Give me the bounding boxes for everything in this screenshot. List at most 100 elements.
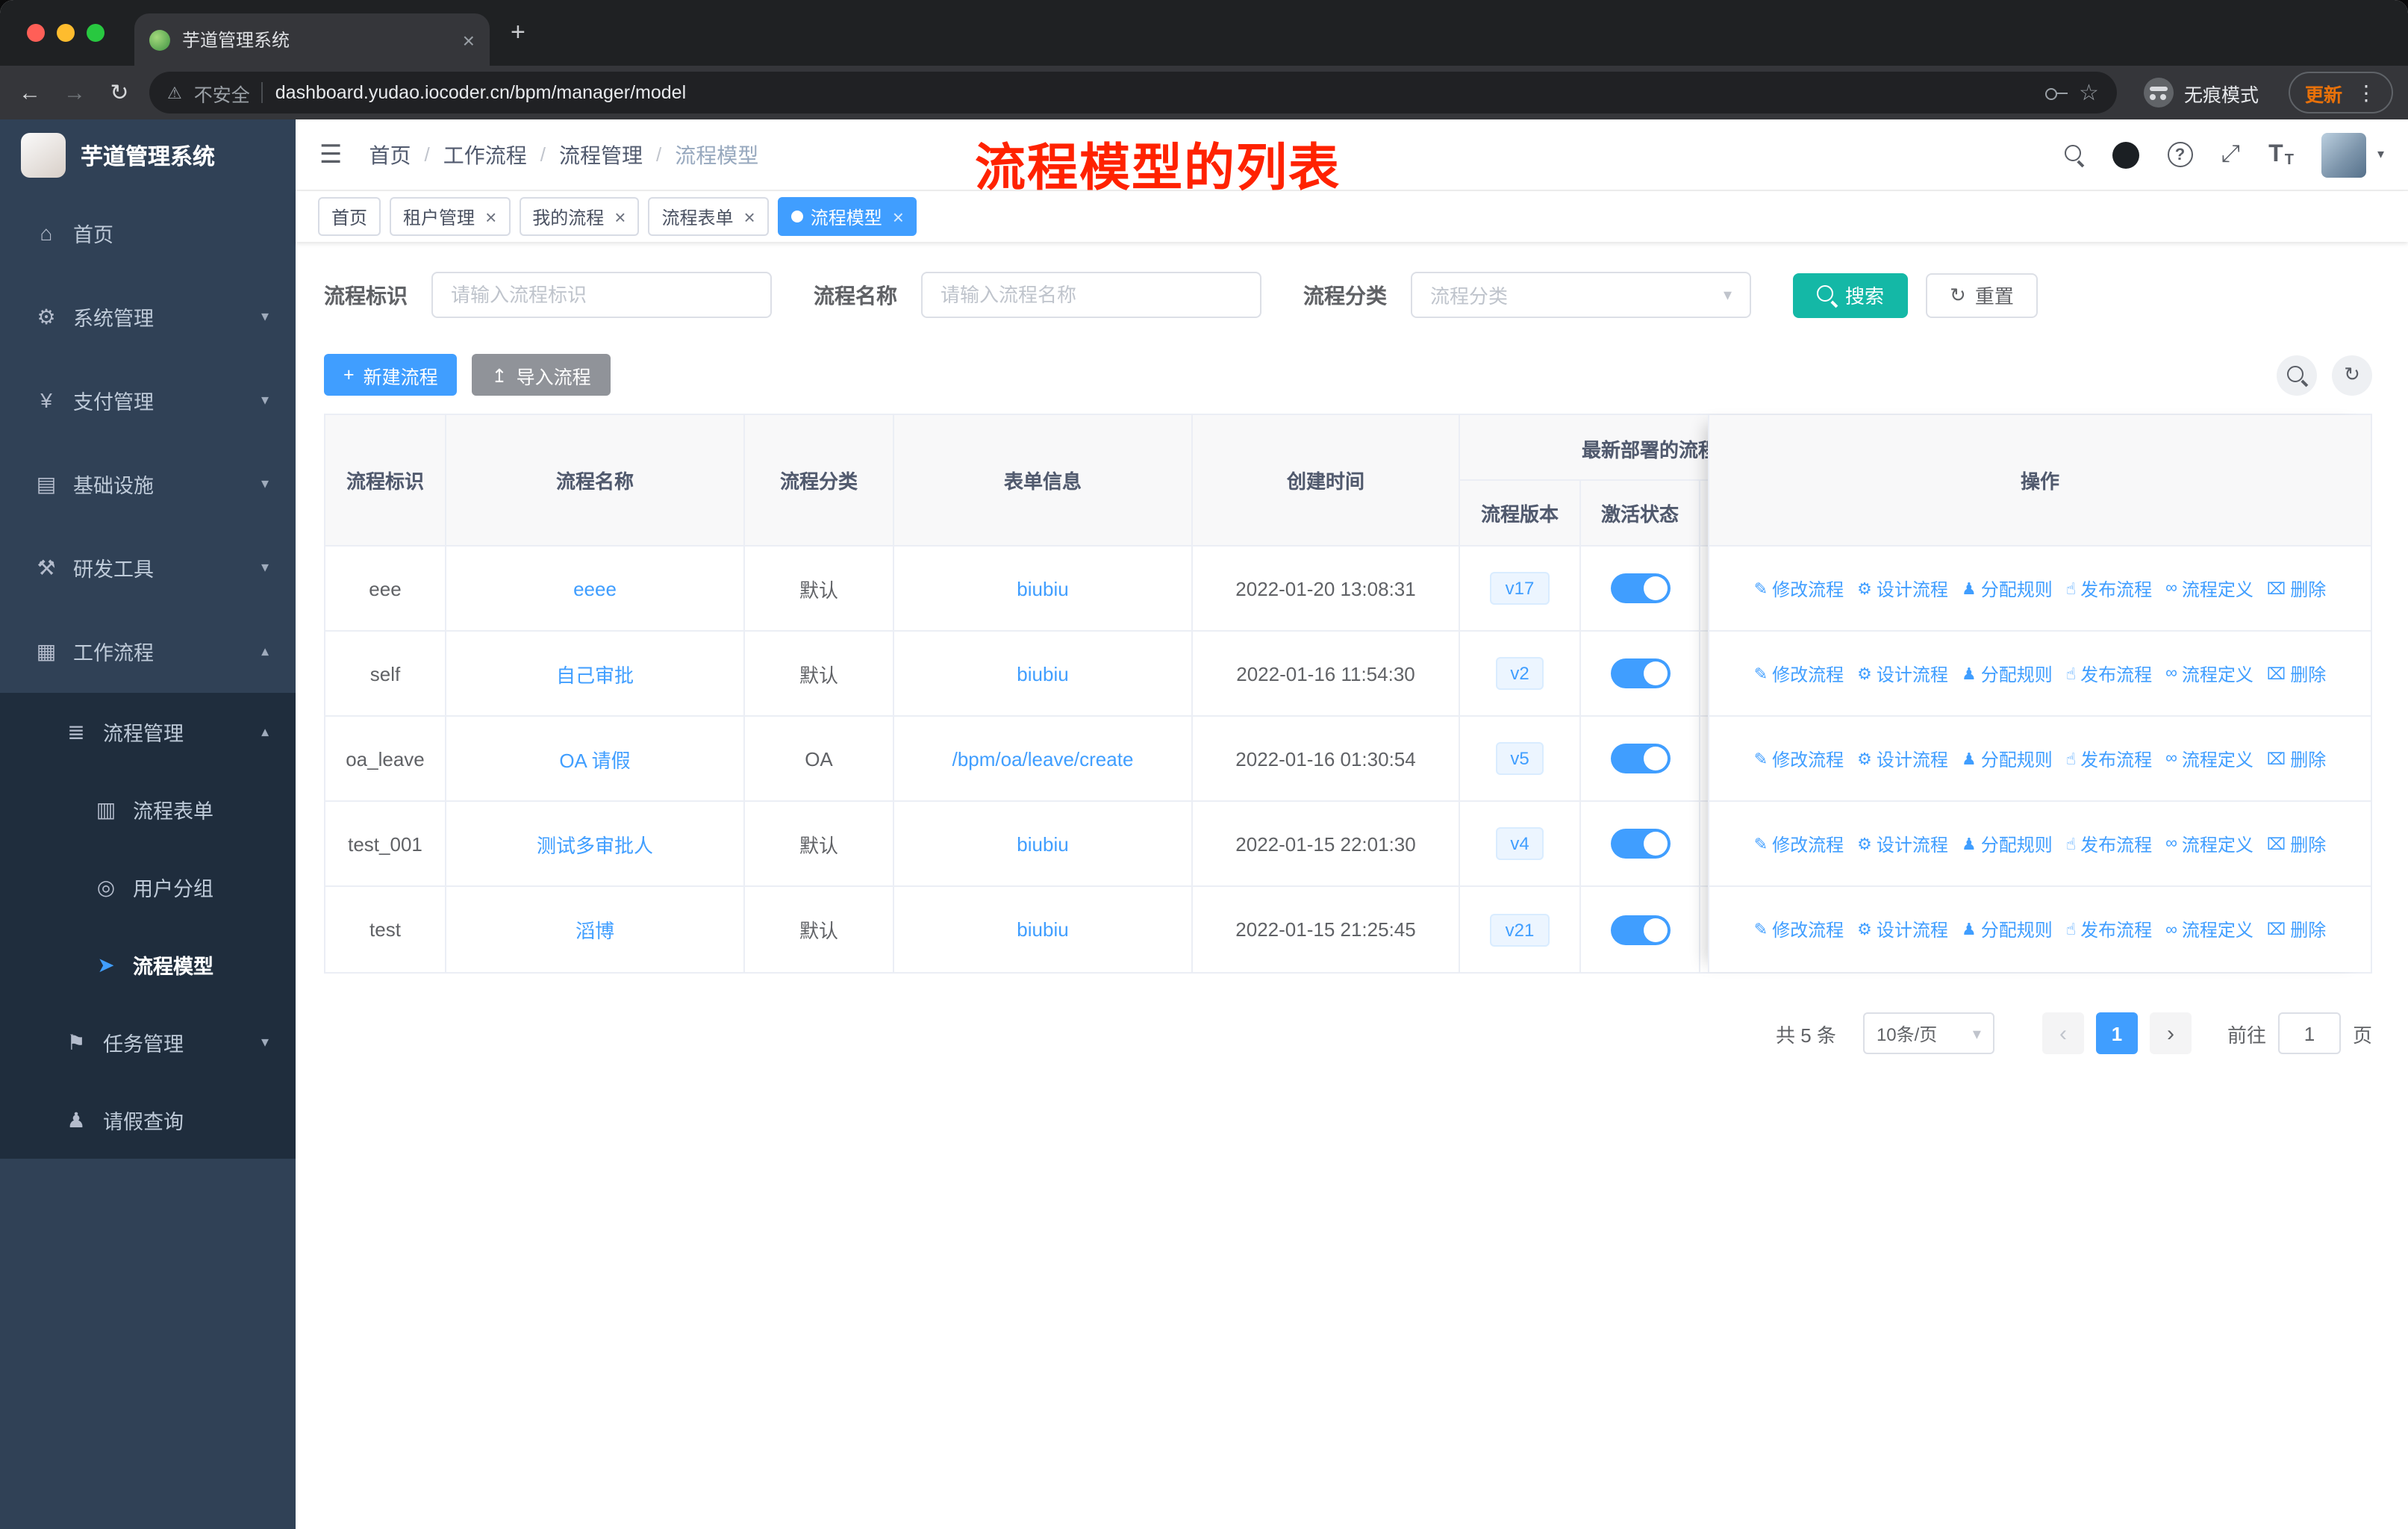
bookmark-star-icon[interactable]: ☆: [2079, 79, 2099, 106]
help-icon[interactable]: ?: [2167, 142, 2193, 167]
action-delete[interactable]: ⌧ 删除: [2267, 746, 2326, 771]
action-modify[interactable]: ✎ 修改流程: [1754, 661, 1844, 686]
form-info-link[interactable]: biubiu: [1017, 918, 1068, 941]
search-button[interactable]: 搜索: [1793, 273, 1909, 317]
reload-button[interactable]: ↻: [105, 79, 134, 106]
action-definition[interactable]: ∞ 流程定义: [2165, 661, 2253, 686]
address-bar[interactable]: ⚠ 不安全 dashboard.yudao.iocoder.cn/bpm/man…: [149, 72, 2117, 113]
process-name-link[interactable]: 滔博: [576, 915, 614, 944]
action-design[interactable]: ⚙ 设计流程: [1857, 576, 1948, 601]
process-name-link[interactable]: 测试多审批人: [537, 829, 653, 858]
form-info-link[interactable]: /bpm/oa/leave/create: [952, 747, 1134, 770]
import-process-button[interactable]: ↥ 导入流程: [472, 354, 611, 396]
create-process-button[interactable]: + 新建流程: [324, 354, 458, 396]
form-info-link[interactable]: biubiu: [1017, 662, 1068, 685]
sidebar-item-devtools[interactable]: ⚒ 研发工具 ▾: [0, 526, 296, 609]
sidebar-item-payment[interactable]: ¥ 支付管理 ▾: [0, 358, 296, 442]
tab-close-icon[interactable]: ×: [463, 28, 475, 52]
active-toggle[interactable]: [1610, 744, 1670, 773]
sidebar-item-process-model[interactable]: ➤ 流程模型: [0, 926, 296, 1003]
process-name-link[interactable]: OA 请假: [559, 744, 630, 773]
incognito-badge[interactable]: 无痕模式: [2143, 78, 2259, 108]
sidebar-item-process-manage[interactable]: ≣ 流程管理 ▾: [0, 693, 296, 770]
action-definition[interactable]: ∞ 流程定义: [2165, 746, 2253, 771]
action-publish[interactable]: ☝ 发布流程: [2066, 576, 2152, 601]
process-id-input[interactable]: [431, 272, 772, 318]
active-toggle[interactable]: [1610, 658, 1670, 688]
active-toggle[interactable]: [1610, 573, 1670, 603]
active-toggle[interactable]: [1610, 829, 1670, 859]
sidebar-item-system[interactable]: ⚙ 系统管理 ▾: [0, 275, 296, 358]
tag-process-form[interactable]: 流程表单 ×: [648, 197, 769, 236]
action-publish[interactable]: ☝ 发布流程: [2066, 831, 2152, 856]
new-tab-button[interactable]: +: [511, 18, 525, 48]
action-publish[interactable]: ☝ 发布流程: [2066, 746, 2152, 771]
action-assign[interactable]: ♟ 分配规则: [1962, 831, 2053, 856]
github-icon[interactable]: [2112, 141, 2139, 168]
close-icon[interactable]: ×: [485, 207, 496, 226]
browser-tab[interactable]: 芋道管理系统 ×: [134, 13, 490, 66]
form-info-link[interactable]: biubiu: [1017, 577, 1068, 600]
action-definition[interactable]: ∞ 流程定义: [2165, 831, 2253, 856]
action-modify[interactable]: ✎ 修改流程: [1754, 576, 1844, 601]
action-modify[interactable]: ✎ 修改流程: [1754, 831, 1844, 856]
active-toggle[interactable]: [1610, 915, 1670, 944]
reset-button[interactable]: ↻ 重置: [1926, 273, 2038, 317]
action-publish[interactable]: ☝ 发布流程: [2066, 661, 2152, 686]
breadcrumb-item[interactable]: 首页: [369, 140, 411, 169]
breadcrumb-item[interactable]: 工作流程: [443, 140, 527, 169]
action-publish[interactable]: ☝ 发布流程: [2066, 917, 2152, 942]
maximize-window-button[interactable]: [87, 24, 105, 42]
sidebar-item-user-group[interactable]: ◎ 用户分组: [0, 848, 296, 926]
action-definition[interactable]: ∞ 流程定义: [2165, 576, 2253, 601]
table-refresh-button[interactable]: ↻: [2332, 355, 2372, 395]
tag-process-model[interactable]: 流程模型 ×: [777, 197, 917, 236]
close-icon[interactable]: ×: [744, 207, 755, 226]
category-select[interactable]: 流程分类 ▾: [1411, 272, 1751, 318]
browser-menu-button[interactable]: 更新 ⋮: [2288, 72, 2393, 113]
process-name-link[interactable]: 自己审批: [556, 659, 634, 688]
fullscreen-icon[interactable]: ⤢: [2221, 141, 2241, 168]
close-window-button[interactable]: [27, 24, 45, 42]
action-design[interactable]: ⚙ 设计流程: [1857, 917, 1948, 942]
action-design[interactable]: ⚙ 设计流程: [1857, 746, 1948, 771]
sidebar-toggle-icon[interactable]: ☰: [319, 140, 343, 169]
sidebar-item-infrastructure[interactable]: ▤ 基础设施 ▾: [0, 442, 296, 526]
process-name-input[interactable]: [921, 272, 1261, 318]
form-info-link[interactable]: biubiu: [1017, 832, 1068, 855]
sidebar-item-task-manage[interactable]: ⚑ 任务管理 ▾: [0, 1003, 296, 1081]
tag-my-process[interactable]: 我的流程 ×: [519, 197, 640, 236]
password-key-icon[interactable]: [2044, 82, 2068, 103]
forward-button[interactable]: →: [60, 80, 90, 105]
back-button[interactable]: ←: [15, 80, 45, 105]
action-design[interactable]: ⚙ 设计流程: [1857, 831, 1948, 856]
search-icon[interactable]: [2064, 145, 2084, 164]
tag-tenant-manage[interactable]: 租户管理 ×: [390, 197, 511, 236]
prev-page-button[interactable]: ‹: [2042, 1012, 2084, 1054]
avatar[interactable]: [2321, 132, 2367, 177]
close-icon[interactable]: ×: [614, 207, 626, 226]
sidebar-item-home[interactable]: ⌂ 首页: [0, 191, 296, 275]
breadcrumb-item[interactable]: 流程管理: [559, 140, 643, 169]
goto-page-input[interactable]: [2277, 1012, 2341, 1054]
action-design[interactable]: ⚙ 设计流程: [1857, 661, 1948, 686]
close-icon[interactable]: ×: [893, 207, 904, 226]
action-delete[interactable]: ⌧ 删除: [2267, 831, 2326, 856]
table-search-button[interactable]: [2277, 355, 2317, 395]
action-delete[interactable]: ⌧ 删除: [2267, 576, 2326, 601]
action-definition[interactable]: ∞ 流程定义: [2165, 917, 2253, 942]
page-number-1[interactable]: 1: [2095, 1012, 2138, 1054]
tag-home[interactable]: 首页: [318, 197, 381, 236]
action-delete[interactable]: ⌧ 删除: [2267, 917, 2326, 942]
action-modify[interactable]: ✎ 修改流程: [1754, 917, 1844, 942]
sidebar-item-leave-query[interactable]: ♟ 请假查询: [0, 1081, 296, 1159]
font-size-icon[interactable]: TT: [2268, 141, 2294, 168]
action-delete[interactable]: ⌧ 删除: [2267, 661, 2326, 686]
minimize-window-button[interactable]: [57, 24, 75, 42]
action-assign[interactable]: ♟ 分配规则: [1962, 917, 2053, 942]
action-assign[interactable]: ♟ 分配规则: [1962, 661, 2053, 686]
action-assign[interactable]: ♟ 分配规则: [1962, 746, 2053, 771]
next-page-button[interactable]: ›: [2149, 1012, 2192, 1054]
page-size-select[interactable]: 10条/页 ▾: [1862, 1012, 1994, 1054]
process-name-link[interactable]: eeee: [573, 577, 617, 600]
